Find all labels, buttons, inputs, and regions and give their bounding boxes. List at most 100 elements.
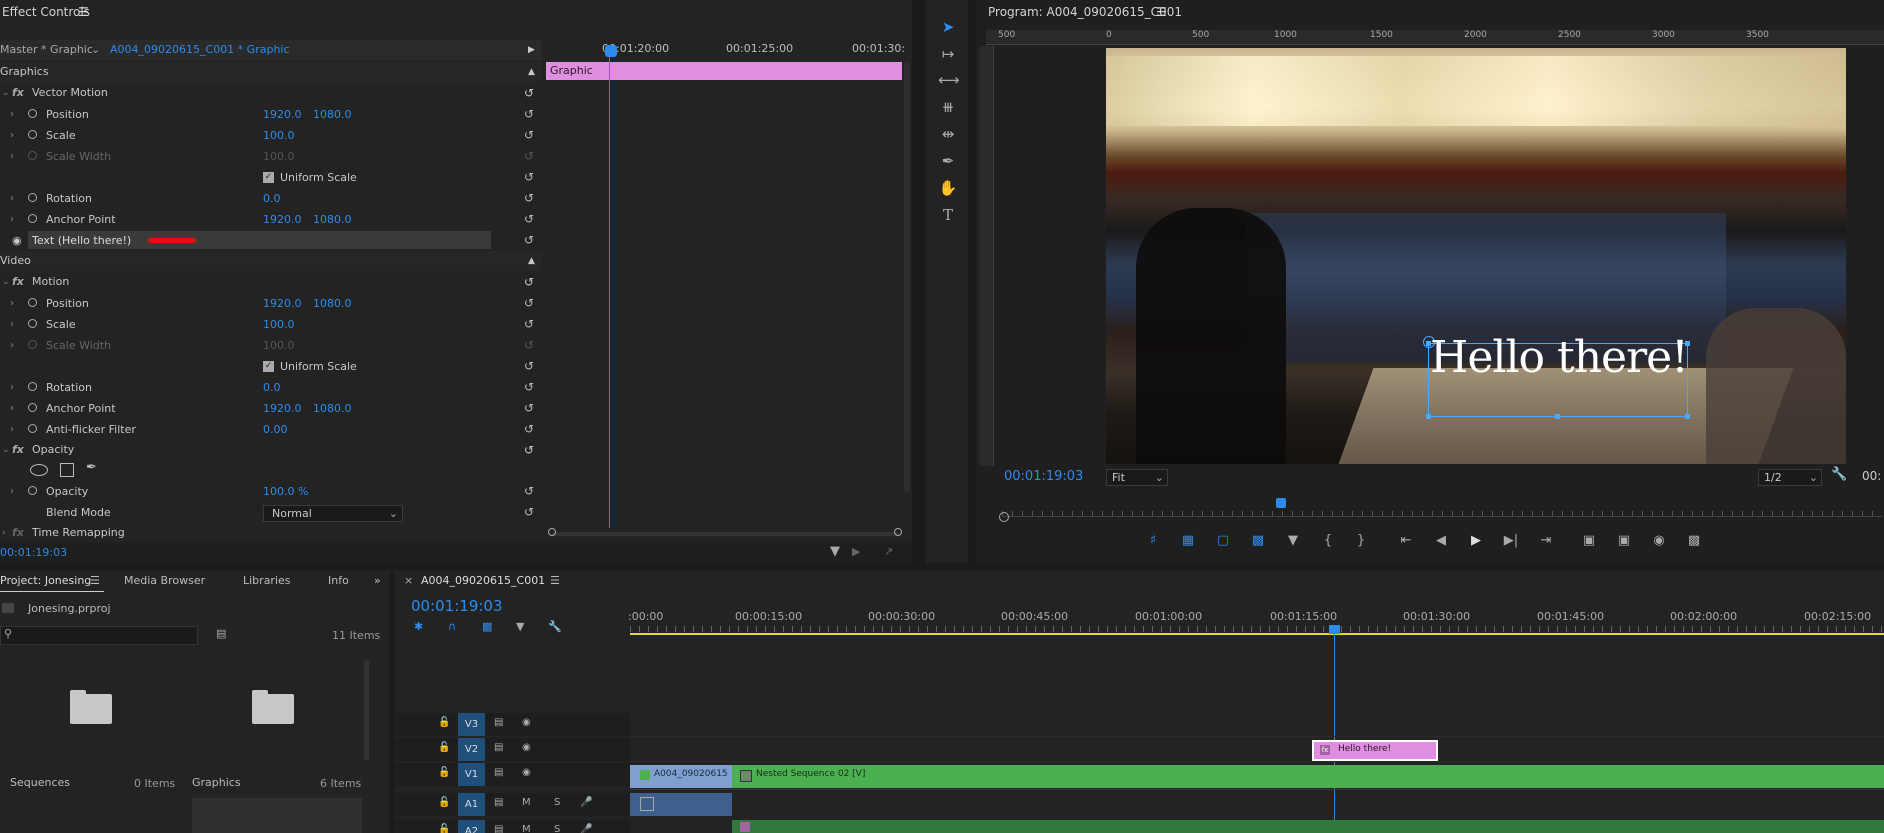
track-label[interactable]: A1 (458, 793, 485, 816)
program-scrub-bar[interactable] (1002, 498, 1882, 517)
razor-icon[interactable]: ⧻ (938, 97, 958, 117)
chevron-down-icon[interactable]: ⌄ (91, 40, 100, 60)
mic-icon[interactable]: 🎤 (580, 824, 592, 833)
expand-arrow-icon[interactable]: › (10, 188, 14, 209)
v1-clip[interactable]: A004_09020615 (630, 765, 732, 788)
stopwatch-icon[interactable] (28, 319, 37, 328)
anchor-y-value[interactable]: 1080.0 (313, 398, 352, 419)
scale-value[interactable]: 100.0 (263, 125, 295, 146)
lock-icon[interactable]: 🔓 (438, 742, 450, 753)
settings-wrench-icon[interactable]: 🔧 (548, 620, 562, 633)
step-forward-icon[interactable]: ▶| (1500, 532, 1522, 550)
stopwatch-icon[interactable] (28, 403, 37, 412)
play-arrow-icon[interactable]: ▶ (528, 40, 535, 60)
program-timecode[interactable]: 00:01:19:03 (1004, 469, 1083, 484)
lock-icon[interactable]: 🔓 (438, 797, 450, 808)
stopwatch-icon[interactable] (28, 214, 37, 223)
stopwatch-icon[interactable] (28, 424, 37, 433)
eye-icon[interactable]: ◉ (12, 230, 22, 251)
uniform-scale-checkbox[interactable]: ✓ (263, 172, 274, 183)
tab-info[interactable]: Info (328, 570, 349, 592)
reset-icon[interactable]: ↺ (524, 293, 534, 314)
tab-project[interactable]: Project: Jonesing (0, 570, 91, 592)
expand-arrow-icon[interactable]: › (10, 209, 14, 230)
track-label[interactable]: A2 (458, 820, 485, 833)
more-tabs-icon[interactable]: » (374, 570, 381, 592)
extract-icon[interactable]: ▣ (1613, 532, 1635, 550)
expand-arrow-icon[interactable]: ⌄ (2, 272, 10, 292)
expand-arrow-icon[interactable]: › (10, 125, 14, 146)
position-y-value[interactable]: 1080.0 (313, 293, 352, 314)
reset-icon[interactable]: ↺ (524, 188, 534, 209)
timeline-playhead[interactable] (1329, 625, 1340, 634)
snap-icon[interactable]: ∩ (448, 620, 456, 633)
stopwatch-icon[interactable] (28, 382, 37, 391)
reset-icon[interactable]: ↺ (524, 167, 534, 188)
safe-margins-icon[interactable]: ▦ (1177, 532, 1199, 550)
resolution-select[interactable]: 1/2 ⌄ (1758, 469, 1822, 486)
timeline-timecode[interactable]: 00:01:19:03 (411, 597, 503, 615)
bin-sequences[interactable]: Sequences 0 Items (0, 658, 180, 833)
reset-icon[interactable]: ↺ (524, 104, 534, 125)
rectangle-mask-icon[interactable] (60, 463, 74, 477)
panel-menu-icon[interactable]: ☰ (90, 570, 100, 592)
expand-arrow-icon[interactable]: ⌄ (2, 440, 10, 460)
anchor-x-value[interactable]: 1920.0 (263, 398, 302, 419)
track-header-a2[interactable]: 🔓 A2 ▤ M S 🎤 (394, 820, 630, 833)
track-label[interactable]: V3 (458, 713, 485, 736)
bin-graphics[interactable]: Graphics 6 Items (184, 658, 364, 833)
work-area-bar[interactable] (630, 633, 1884, 635)
a1-clip[interactable] (630, 793, 732, 816)
panel-menu-icon[interactable]: ☰ (1156, 0, 1167, 24)
reset-icon[interactable]: ↺ (524, 125, 534, 146)
new-search-bin-icon[interactable]: ▤ (216, 627, 226, 640)
position-x-value[interactable]: 1920.0 (263, 104, 302, 125)
toggle-sync-icon[interactable]: ▤ (494, 797, 503, 808)
position-y-value[interactable]: 1080.0 (313, 104, 352, 125)
camera-icon[interactable]: ◉ (1648, 532, 1670, 550)
step-back-icon[interactable]: ◀ (1430, 532, 1452, 550)
anchor-x-value[interactable]: 1920.0 (263, 209, 302, 230)
stopwatch-icon[interactable] (28, 109, 37, 118)
lift-icon[interactable]: ▣ (1578, 532, 1600, 550)
comparison-view-icon[interactable]: ▩ (1247, 532, 1269, 550)
track-header-v2[interactable]: 🔓 V2 ▤ ◉ (394, 738, 630, 761)
lock-icon[interactable]: 🔓 (438, 824, 450, 833)
reset-icon[interactable]: ↺ (524, 83, 534, 103)
toggle-sync-icon[interactable]: ▤ (494, 824, 503, 833)
anchor-y-value[interactable]: 1080.0 (313, 209, 352, 230)
export-icon[interactable]: ↗ (884, 545, 893, 558)
mic-icon[interactable]: 🎤 (580, 797, 592, 808)
collapse-icon[interactable]: ▲ (528, 62, 535, 82)
project-search-input[interactable]: ⚲ (0, 626, 198, 645)
reset-icon[interactable]: ↺ (524, 272, 534, 292)
ec-hscroll-handle-right[interactable] (894, 528, 902, 536)
pen-tool-icon[interactable]: ✒ (938, 151, 958, 171)
play-only-audio-icon[interactable]: ▶ (852, 545, 860, 558)
mark-out-icon[interactable]: } (1350, 532, 1372, 550)
selection-tool-icon[interactable]: ➤ (938, 17, 958, 37)
panel-menu-icon[interactable]: ☰ (78, 0, 89, 24)
eye-icon[interactable]: ◉ (522, 717, 531, 728)
solo-button[interactable]: S (554, 797, 560, 808)
bbox-handle[interactable] (1555, 414, 1560, 419)
toggle-sync-icon[interactable]: ▤ (494, 767, 503, 778)
solo-button[interactable]: S (554, 824, 560, 833)
position-x-value[interactable]: 1920.0 (263, 293, 302, 314)
a2-clip[interactable] (732, 820, 1884, 833)
reset-icon[interactable]: ↺ (524, 502, 534, 523)
ripple-edit-icon[interactable]: ⟷ (938, 70, 960, 90)
stopwatch-icon[interactable] (28, 130, 37, 139)
nest-icon[interactable]: ✱ (414, 620, 423, 633)
hand-tool-icon[interactable]: ✋ (938, 178, 958, 198)
lock-icon[interactable]: 🔓 (438, 767, 450, 778)
ec-hscroll-handle-left[interactable] (548, 528, 556, 536)
track-label[interactable]: V1 (458, 763, 485, 786)
tab-libraries[interactable]: Libraries (243, 570, 291, 592)
pen-mask-icon[interactable]: ✒ (86, 460, 97, 475)
expand-arrow-icon[interactable]: › (10, 293, 14, 314)
reset-icon[interactable]: ↺ (524, 440, 534, 460)
program-playhead[interactable] (1276, 498, 1286, 508)
clip-label[interactable]: A004_09020615_C001 * Graphic (110, 40, 290, 60)
expand-arrow-icon[interactable]: › (10, 398, 14, 419)
